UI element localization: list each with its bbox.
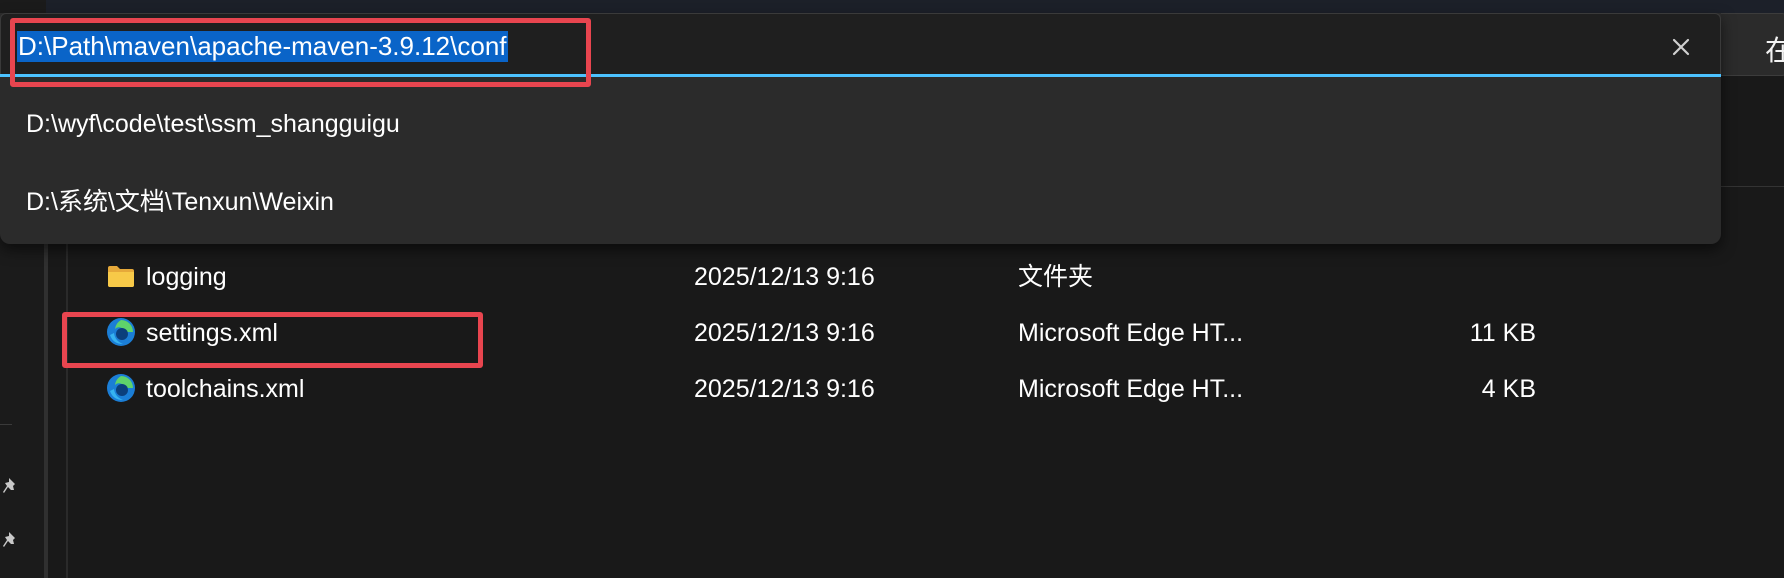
address-suggestion[interactable]: D:\wyf\code\test\ssm_shangguigu [0,89,1721,159]
address-bar-dropdown: D:\Path\maven\apache-maven-3.9.12\conf D… [0,13,1721,244]
file-row-settings[interactable]: settings.xml 2025/12/13 9:16 Microsoft E… [96,306,1536,360]
pin-icon[interactable] [2,530,20,552]
file-date: 2025/12/13 9:16 [694,319,875,347]
address-suggestion[interactable]: D:\系统\文档\Tenxun\Weixin [0,167,1721,237]
file-type: Microsoft Edge HT... [1018,319,1244,347]
edge-icon [106,373,136,403]
folder-icon [106,261,136,291]
content-pane-border [66,215,68,578]
address-bar[interactable]: D:\Path\maven\apache-maven-3.9.12\conf [0,13,1721,76]
file-type: 文件夹 [1018,263,1094,291]
toolbar-divider [1716,186,1784,187]
file-date: 2025/12/13 9:16 [694,263,875,291]
file-row-logging[interactable]: logging 2025/12/13 9:16 文件夹 [96,250,1496,304]
file-size: 4 KB [1481,375,1536,403]
close-icon[interactable] [1667,33,1695,61]
title-bar-strip [0,0,1784,13]
navigation-separator [0,424,12,425]
file-row-toolchains[interactable]: toolchains.xml 2025/12/13 9:16 Microsoft… [96,362,1536,416]
file-size: 11 KB [1469,319,1536,347]
address-bar-focus-underline [0,74,1721,77]
file-type: Microsoft Edge HT... [1018,375,1244,403]
pin-icon[interactable] [2,476,20,498]
search-box-label: 在 [1765,35,1784,66]
file-explorer-window: 在 logging 2025/12/13 9:16 文件夹 settings.x… [0,0,1784,578]
edge-icon [106,317,136,347]
address-input[interactable]: D:\Path\maven\apache-maven-3.9.12\conf [17,31,508,62]
file-name: settings.xml [146,319,278,347]
file-date: 2025/12/13 9:16 [694,375,875,403]
navigation-pane-splitter[interactable] [44,215,48,578]
file-name: logging [146,263,227,291]
file-name: toolchains.xml [146,375,305,403]
